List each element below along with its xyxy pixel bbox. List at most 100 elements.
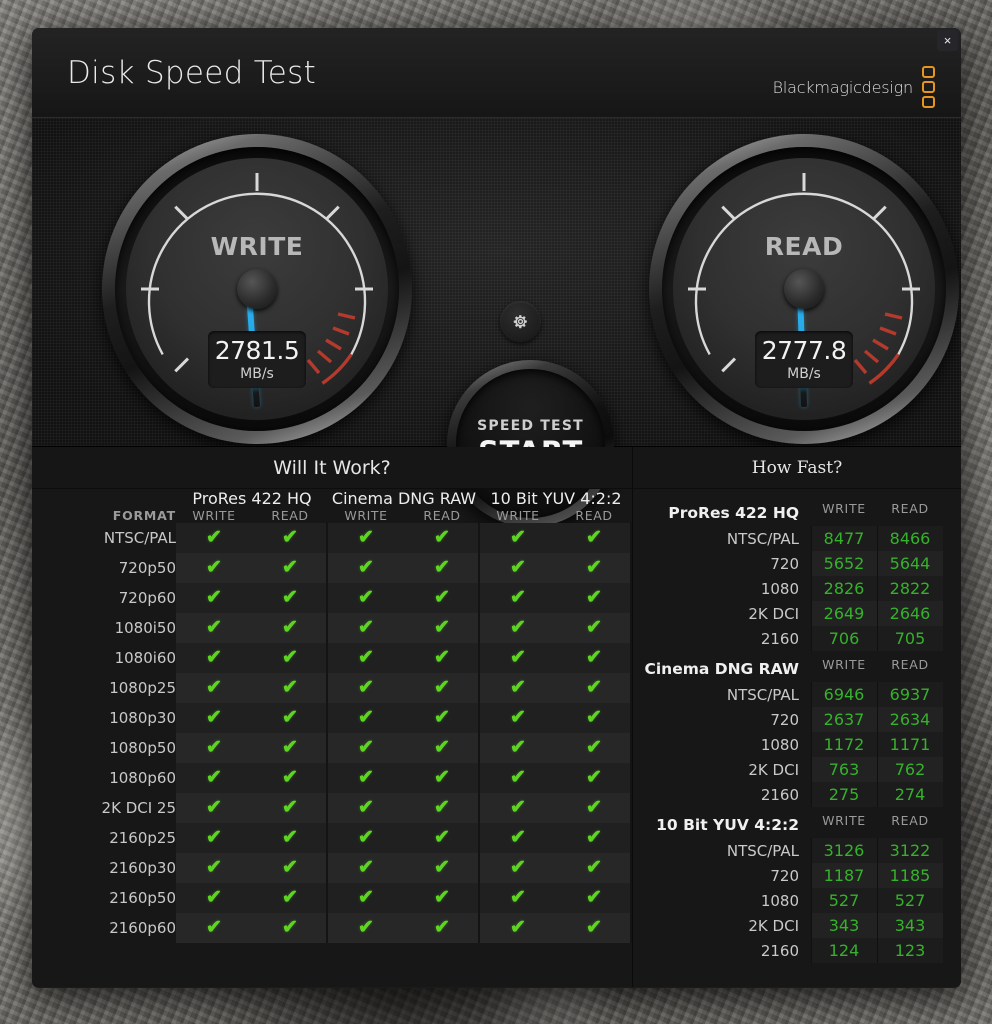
check-icon: ✔	[206, 707, 222, 728]
read-speed-value: 5644	[877, 551, 943, 576]
check-icon: ✔	[510, 707, 526, 728]
resolution-label: 2K DCI	[748, 760, 799, 779]
gauge-hub	[237, 269, 277, 309]
subheader-read: READ	[423, 508, 461, 523]
check-icon: ✔	[510, 797, 526, 818]
check-icon: ✔	[282, 857, 298, 878]
resolution-label: NTSC/PAL	[726, 685, 799, 704]
table-row: 2K DCI 763 762	[639, 757, 943, 782]
check-icon: ✔	[434, 767, 450, 788]
check-icon: ✔	[586, 797, 602, 818]
settings-button[interactable]	[500, 301, 541, 342]
table-row: 2160 706 705	[639, 626, 943, 651]
result-cell: ✔	[328, 703, 404, 733]
read-speed-value: 8466	[877, 526, 943, 551]
result-cell: ✔	[328, 583, 404, 613]
check-icon: ✔	[206, 617, 222, 638]
result-cell: ✔	[480, 643, 556, 673]
result-cell: ✔	[556, 733, 632, 763]
write-speed-value: 1172	[811, 732, 877, 757]
format-label: 1080i60	[114, 649, 176, 667]
read-speed-value: 1171	[877, 732, 943, 757]
check-icon: ✔	[282, 587, 298, 608]
read-readout: 2777.8 MB/s	[755, 331, 853, 388]
result-cell: ✔	[328, 853, 404, 883]
close-button[interactable]: ×	[937, 30, 958, 51]
format-label: 1080p60	[109, 769, 176, 787]
table-row: 2160 275 274	[639, 782, 943, 807]
resolution-label: 2K DCI	[748, 916, 799, 935]
check-icon: ✔	[510, 677, 526, 698]
read-speed-value: 2646	[877, 601, 943, 626]
resolution-label: 1080	[760, 579, 799, 598]
write-speed-value: 1187	[811, 863, 877, 888]
format-label: 720p60	[118, 589, 176, 607]
resolution-label: 2K DCI	[748, 604, 799, 623]
read-speed-value: 3122	[877, 838, 943, 863]
check-icon: ✔	[358, 887, 374, 908]
write-speed-value: 2826	[811, 576, 877, 601]
result-cell: ✔	[252, 553, 328, 583]
read-gauge: READ 2777.8 MB/s	[649, 134, 959, 444]
check-icon: ✔	[434, 587, 450, 608]
result-cell: ✔	[176, 643, 252, 673]
start-button-subtitle: SPEED TEST	[477, 418, 584, 434]
table-row: 720 5652 5644	[639, 551, 943, 576]
check-icon: ✔	[510, 767, 526, 788]
write-gauge: WRITE 2781.5 MB/s	[102, 134, 412, 444]
subheader-write: WRITE	[344, 508, 388, 523]
subheader-write: WRITE	[822, 657, 866, 672]
subheader-write: WRITE	[822, 501, 866, 516]
check-icon: ✔	[206, 677, 222, 698]
write-speed-value: 8477	[811, 526, 877, 551]
check-icon: ✔	[206, 557, 222, 578]
check-icon: ✔	[586, 557, 602, 578]
check-icon: ✔	[282, 557, 298, 578]
table-row: 2160p30 ✔ ✔ ✔ ✔ ✔ ✔	[32, 853, 632, 883]
result-cell: ✔	[176, 853, 252, 883]
subheader-read: READ	[891, 501, 929, 516]
subheader-write: WRITE	[192, 508, 236, 523]
check-icon: ✔	[282, 797, 298, 818]
result-cell: ✔	[328, 733, 404, 763]
will-it-work-table: FORMAT ProRes 422 HQ Cinema DNG RAW 10 B…	[32, 489, 632, 943]
check-icon: ✔	[586, 857, 602, 878]
check-icon: ✔	[358, 797, 374, 818]
codec-header-row: FORMAT ProRes 422 HQ Cinema DNG RAW 10 B…	[32, 489, 632, 523]
result-cell: ✔	[328, 763, 404, 793]
write-speed-value: 124	[811, 938, 877, 963]
check-icon: ✔	[206, 527, 222, 548]
check-icon: ✔	[358, 767, 374, 788]
read-speed-value: 6937	[877, 682, 943, 707]
result-cell: ✔	[252, 613, 328, 643]
result-cell: ✔	[176, 703, 252, 733]
section-codec-label: Cinema DNG RAW	[644, 660, 799, 678]
check-icon: ✔	[510, 737, 526, 758]
result-cell: ✔	[176, 823, 252, 853]
result-cell: ✔	[480, 763, 556, 793]
result-cell: ✔	[556, 913, 632, 943]
result-cell: ✔	[176, 793, 252, 823]
check-icon: ✔	[586, 917, 602, 938]
result-cell: ✔	[480, 793, 556, 823]
read-unit: MB/s	[787, 366, 821, 382]
how-fast-title: How Fast?	[633, 447, 961, 489]
check-icon: ✔	[586, 677, 602, 698]
result-cell: ✔	[176, 763, 252, 793]
result-cell: ✔	[404, 793, 480, 823]
check-icon: ✔	[586, 737, 602, 758]
check-icon: ✔	[358, 527, 374, 548]
table-row: 1080 1172 1171	[639, 732, 943, 757]
table-row: 1080i60 ✔ ✔ ✔ ✔ ✔ ✔	[32, 643, 632, 673]
result-cell: ✔	[556, 823, 632, 853]
check-icon: ✔	[358, 647, 374, 668]
page-title: Disk Speed Test	[67, 55, 317, 91]
format-label: 2160p50	[109, 889, 176, 907]
gear-icon	[513, 315, 527, 329]
resolution-label: 2160	[760, 629, 799, 648]
write-speed-value: 3126	[811, 838, 877, 863]
format-label: NTSC/PAL	[103, 529, 176, 547]
table-head: FORMAT ProRes 422 HQ Cinema DNG RAW 10 B…	[32, 489, 632, 523]
format-label: 1080p30	[109, 709, 176, 727]
will-it-work-panel: Will It Work? FORMAT ProRes 422 HQ Cinem…	[32, 447, 633, 987]
